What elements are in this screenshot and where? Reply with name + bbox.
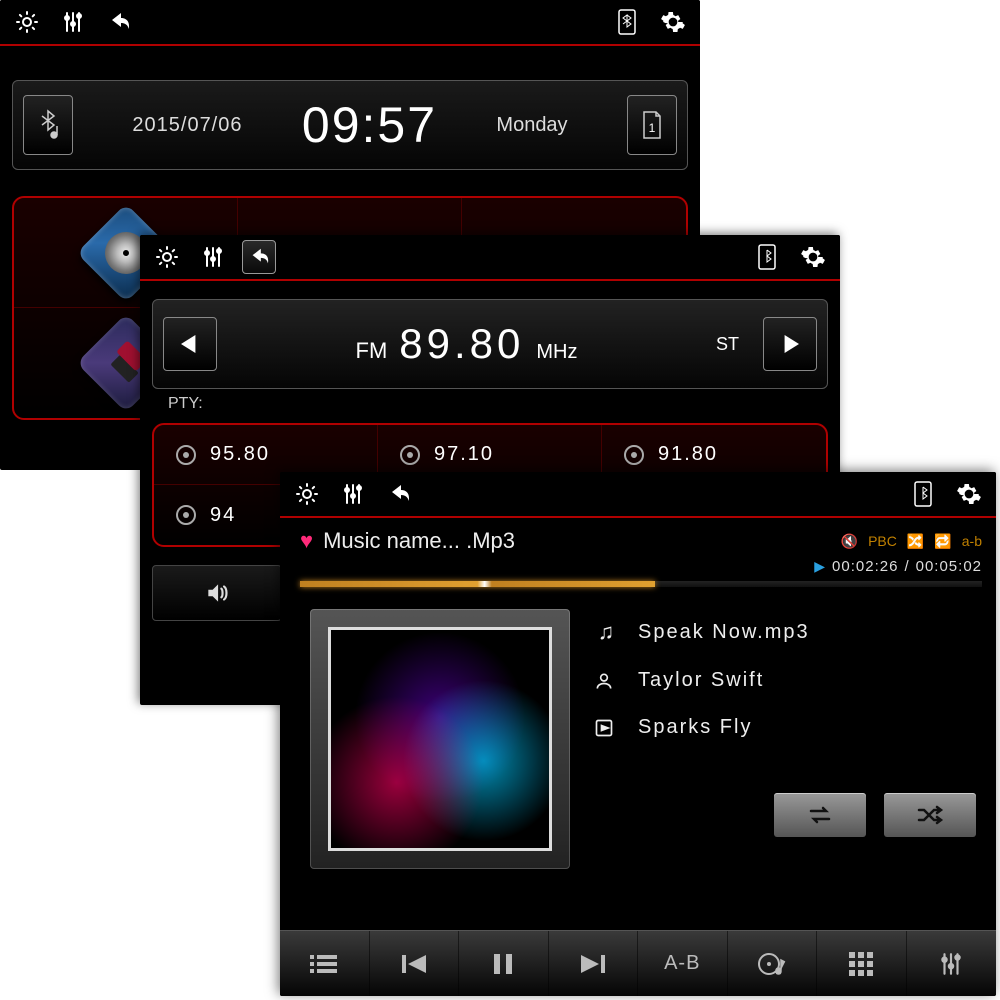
album-name: Sparks Fly [638,716,752,739]
shuffle-indicator-icon: 🔀 [907,533,924,550]
disc-music-button[interactable] [728,931,818,996]
settings-icon[interactable] [952,477,986,511]
tune-down-button[interactable] [163,317,217,371]
repeat-button[interactable] [774,793,866,837]
prev-button[interactable] [370,931,460,996]
settings-icon[interactable] [796,240,830,274]
equalizer-icon[interactable] [336,477,370,511]
day-label: Monday [496,114,567,137]
bluetooth-phone-icon[interactable] [750,240,784,274]
preset-4-freq: 94 [210,504,236,527]
now-playing-file: Music name... .Mp3 [323,528,831,554]
player-status-bar [280,472,996,518]
date-label: 2015/07/06 [132,114,242,137]
track-line: ♫ Speak Now.mp3 [594,619,976,645]
back-icon[interactable] [382,477,416,511]
home-status-bar [0,0,700,46]
play-mode-indicators: 🔇 PBC 🔀 🔁 a-b [841,533,982,550]
album-art-frame [310,609,570,869]
tune-up-button[interactable] [763,317,817,371]
antenna-icon [624,445,644,465]
brightness-icon[interactable] [290,477,324,511]
now-playing-row: ♥ Music name... .Mp3 🔇 PBC 🔀 🔁 a-b [280,518,996,558]
mute-icon: 🔇 [841,533,858,550]
track-metadata: ♫ Speak Now.mp3 Taylor Swift Sparks Fly [594,609,976,869]
album-line: Sparks Fly [594,716,976,739]
ab-repeat-button[interactable]: A-B [638,931,728,996]
eq-button[interactable] [907,931,997,996]
album-icon [594,718,620,738]
bluetooth-phone-icon[interactable] [610,5,644,39]
page-number: 1 [649,121,656,135]
time-row: ▶ 00:02:26/00:05:02 [280,558,996,581]
transport-bar: A-B [280,930,996,996]
pause-button[interactable] [459,931,549,996]
time-label: 09:57 [302,96,437,154]
stereo-indicator: ST [716,334,739,355]
antenna-icon [176,445,196,465]
equalizer-icon[interactable] [56,5,90,39]
ab-label: A-B [664,952,700,975]
grid-button[interactable] [817,931,907,996]
player-actions [594,793,976,837]
bluetooth-phone-icon[interactable] [906,477,940,511]
preset-3-freq: 91.80 [658,443,718,466]
brightness-icon[interactable] [150,240,184,274]
time-total: 00:05:02 [916,558,982,575]
favorite-icon[interactable]: ♥ [300,528,313,554]
music-note-icon: ♫ [594,619,620,645]
next-button[interactable] [549,931,639,996]
equalizer-icon[interactable] [196,240,230,274]
time-elapsed: 00:02:26 [832,558,898,575]
ab-indicator: a-b [962,533,982,549]
page-indicator-button[interactable]: 1 [627,95,677,155]
track-name: Speak Now.mp3 [638,621,810,644]
frequency-unit: MHz [536,341,577,364]
album-art [328,627,552,851]
progress-fill [300,581,655,587]
volume-button[interactable] [152,565,282,621]
person-icon [594,671,620,691]
artist-line: Taylor Swift [594,669,976,692]
shuffle-button[interactable] [884,793,976,837]
antenna-icon [176,505,196,525]
artist-name: Taylor Swift [638,669,764,692]
pty-label: PTY: [168,395,840,413]
play-indicator-icon: ▶ [814,558,826,575]
clock-panel: 2015/07/06 09:57 Monday 1 [12,80,688,170]
antenna-icon [400,445,420,465]
settings-icon[interactable] [656,5,690,39]
playlist-button[interactable] [280,931,370,996]
progress-bar[interactable] [300,581,982,587]
frequency-value: 89.80 [399,320,524,368]
back-icon[interactable] [102,5,136,39]
player-body: ♫ Speak Now.mp3 Taylor Swift Sparks Fly [280,603,996,879]
pbc-indicator: PBC [868,533,897,549]
bluetooth-music-button[interactable] [23,95,73,155]
radio-tuner-panel: FM 89.80 MHz ST [152,299,828,389]
preset-2-freq: 97.10 [434,443,494,466]
back-icon[interactable] [242,240,276,274]
player-screen: ♥ Music name... .Mp3 🔇 PBC 🔀 🔁 a-b ▶ 00:… [280,472,996,996]
radio-status-bar [140,235,840,281]
band-label: FM [356,338,388,364]
repeat-indicator-icon: 🔁 [934,533,951,550]
brightness-icon[interactable] [10,5,44,39]
preset-1-freq: 95.80 [210,443,270,466]
frequency-display: FM 89.80 MHz [233,320,700,368]
